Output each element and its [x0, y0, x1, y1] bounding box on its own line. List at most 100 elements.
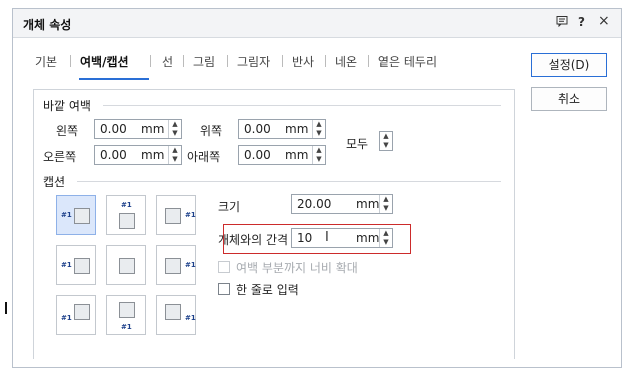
caption-bottom-button[interactable]: #1: [106, 295, 146, 335]
single-line-checkbox[interactable]: [218, 283, 230, 295]
tab-separator: [368, 55, 369, 67]
caption-tag: #1: [185, 314, 196, 322]
caption-size-label: 크기: [218, 200, 241, 214]
spin-down-icon[interactable]: ▼: [380, 238, 392, 247]
spinner-arrows[interactable]: ▲ ▼: [379, 229, 392, 247]
spinner-arrows[interactable]: ▲ ▼: [379, 195, 392, 213]
top-margin-spinner[interactable]: 0.00 mm ▲ ▼: [238, 119, 326, 139]
caption-left-bottom-button[interactable]: #1: [56, 295, 96, 335]
tab-neon[interactable]: 네온: [335, 53, 357, 70]
text-cursor: [5, 302, 7, 314]
tab-line[interactable]: 선: [162, 53, 173, 70]
spin-up-icon[interactable]: ▲: [380, 229, 392, 238]
spinner-arrows[interactable]: ▲ ▼: [312, 120, 325, 138]
object-box-icon: [74, 258, 90, 274]
top-margin-unit: mm: [285, 122, 309, 136]
tab-basic[interactable]: 기본: [35, 53, 57, 70]
top-margin-value[interactable]: 0.00: [244, 122, 271, 136]
left-margin-spinner[interactable]: 0.00 mm ▲ ▼: [94, 119, 182, 139]
caption-gap-spinner[interactable]: 10 I mm ▲ ▼: [291, 228, 393, 248]
spin-up-icon[interactable]: ▲: [380, 195, 392, 204]
spin-down-icon[interactable]: ▼: [380, 141, 392, 150]
spin-down-icon[interactable]: ▼: [313, 129, 325, 138]
spinner-arrows[interactable]: ▲ ▼: [168, 146, 181, 164]
object-box-icon: [74, 208, 90, 224]
object-properties-dialog: 개체 속성 ? × 기본 여백/캡션 선 그림 그림자 반사 네온 옅은 테두리…: [12, 8, 622, 368]
object-box-icon: [165, 208, 181, 224]
right-margin-spinner[interactable]: 0.00 mm ▲ ▼: [94, 145, 182, 165]
spin-up-icon[interactable]: ▲: [313, 146, 325, 155]
object-box-icon: [119, 258, 135, 274]
caption-tag: #1: [185, 261, 196, 269]
tab-separator: [183, 55, 184, 67]
spin-down-icon[interactable]: ▼: [169, 155, 181, 164]
ok-button[interactable]: 설정(D): [531, 53, 607, 77]
caption-right-top-button[interactable]: #1: [156, 195, 196, 235]
caption-gap-value[interactable]: 10: [297, 231, 312, 245]
object-box-icon: [119, 302, 135, 318]
tab-reflection[interactable]: 반사: [292, 53, 314, 70]
all-margin-label: 모두: [346, 137, 369, 151]
left-margin-value[interactable]: 0.00: [100, 122, 127, 136]
caption-size-unit: mm: [356, 197, 380, 211]
tab-shadow[interactable]: 그림자: [237, 53, 270, 70]
expand-margin-checkbox[interactable]: [218, 261, 230, 273]
caption-size-value[interactable]: 20.00: [297, 197, 331, 211]
section-divider: [77, 181, 501, 182]
caption-tag: #1: [185, 211, 196, 219]
right-margin-unit: mm: [141, 148, 165, 162]
caption-right-middle-button[interactable]: #1: [156, 245, 196, 285]
bottom-margin-value[interactable]: 0.00: [244, 148, 271, 162]
tab-soft-edge[interactable]: 옅은 테두리: [378, 53, 437, 70]
caption-right-bottom-button[interactable]: #1: [156, 295, 196, 335]
caption-top-button[interactable]: #1: [106, 195, 146, 235]
spinner-arrows[interactable]: ▲ ▼: [168, 120, 181, 138]
caption-gap-label: 개체와의 간격: [218, 233, 289, 247]
top-margin-label: 위쪽: [200, 124, 223, 138]
dialog-title: 개체 속성: [23, 18, 72, 32]
spinner-arrows[interactable]: ▲ ▼: [312, 146, 325, 164]
outer-margin-heading: 바깥 여백: [43, 99, 91, 113]
object-box-icon: [119, 213, 135, 229]
spin-down-icon[interactable]: ▼: [380, 204, 392, 213]
bottom-margin-label: 아래쪽: [187, 150, 221, 164]
object-box-icon: [165, 258, 181, 274]
object-box-icon: [165, 304, 181, 320]
spin-down-icon[interactable]: ▼: [169, 129, 181, 138]
spin-up-icon[interactable]: ▲: [380, 132, 392, 141]
help-icon[interactable]: ?: [578, 15, 585, 29]
caption-tag: #1: [61, 211, 72, 219]
caption-size-spinner[interactable]: 20.00 mm ▲ ▼: [291, 194, 393, 214]
right-margin-label: 오른쪽: [43, 150, 77, 164]
caption-none-button[interactable]: [106, 245, 146, 285]
dialog-titlebar: 개체 속성 ? ×: [13, 9, 621, 38]
tab-separator: [325, 55, 326, 67]
caption-tag: #1: [61, 314, 72, 322]
caption-heading: 캡션: [43, 175, 66, 189]
spin-up-icon[interactable]: ▲: [169, 120, 181, 129]
right-margin-value[interactable]: 0.00: [100, 148, 127, 162]
spin-down-icon[interactable]: ▼: [313, 155, 325, 164]
text-cursor-icon: I: [325, 230, 329, 245]
tab-picture[interactable]: 그림: [193, 53, 215, 70]
cancel-button[interactable]: 취소: [531, 87, 607, 111]
comment-icon[interactable]: [556, 15, 568, 30]
caption-gap-unit: mm: [356, 231, 380, 245]
close-icon[interactable]: ×: [598, 13, 610, 29]
spin-up-icon[interactable]: ▲: [313, 120, 325, 129]
active-tab-indicator: [79, 78, 149, 80]
bottom-margin-spinner[interactable]: 0.00 mm ▲ ▼: [238, 145, 326, 165]
tab-separator: [282, 55, 283, 67]
all-margin-spinner[interactable]: ▲ ▼: [379, 131, 393, 151]
caption-left-top-button[interactable]: #1: [56, 195, 96, 235]
spinner-arrows[interactable]: ▲ ▼: [380, 132, 392, 150]
spin-up-icon[interactable]: ▲: [169, 146, 181, 155]
caption-tag: #1: [121, 323, 132, 331]
tab-margin-caption[interactable]: 여백/캡션: [80, 53, 129, 70]
object-box-icon: [74, 304, 90, 320]
tab-separator: [70, 55, 71, 67]
caption-tag: #1: [61, 261, 72, 269]
tab-separator: [227, 55, 228, 67]
tab-separator: [150, 55, 151, 67]
caption-left-middle-button[interactable]: #1: [56, 245, 96, 285]
